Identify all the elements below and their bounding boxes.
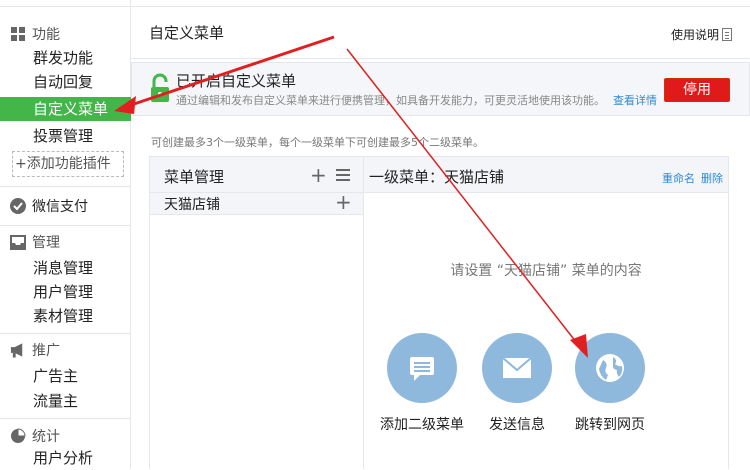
sidebar-item-users[interactable]: 用户管理	[0, 280, 131, 304]
unlock-icon	[151, 73, 169, 102]
sidebar-divider	[0, 186, 131, 187]
add-submenu-action[interactable]: 添加二级菜单	[377, 333, 467, 434]
menu-detail-title: 一级菜单：天猫店铺	[369, 168, 505, 186]
sidebar-divider	[0, 418, 131, 419]
sidebar: 功能 群发功能 自动回复 自定义菜单 投票管理 +添加功能插件 微信支付 管理 …	[0, 0, 131, 469]
menu-detail-actions: 重命名 删除	[656, 170, 723, 186]
document-icon	[722, 28, 732, 41]
help-link[interactable]: 使用说明	[671, 26, 732, 43]
sidebar-section-function: 功能	[10, 24, 60, 44]
sidebar-section-stats: 统计	[10, 426, 60, 446]
sidebar-section-manage: 管理	[10, 232, 60, 252]
disable-button[interactable]: 停用	[664, 78, 730, 102]
send-message-label: 发送信息	[489, 417, 545, 433]
add-plugin-button[interactable]: +添加功能插件	[12, 151, 124, 177]
sidebar-item-wechat-pay[interactable]: 微信支付	[10, 196, 88, 216]
sidebar-top-divider	[0, 0, 131, 7]
delete-link[interactable]: 删除	[701, 172, 723, 185]
menu-detail-panel: 一级菜单：天猫店铺 重命名 删除 请设置 “天猫店铺” 菜单的内容 添加二级菜单 …	[363, 156, 729, 469]
page-title: 自定义菜单	[149, 24, 225, 42]
menu-management-title: 菜单管理	[164, 168, 225, 186]
globe-icon	[575, 333, 645, 403]
sidebar-section-label: 管理	[32, 235, 60, 251]
sidebar-item-label: 微信支付	[32, 199, 88, 215]
menu-status-notice: 已开启自定义菜单 通过编辑和发布自定义菜单来进行便携管理，如具备开发能力，可更灵…	[131, 62, 750, 116]
main-top-divider	[131, 0, 750, 7]
menu-management-header: 菜单管理 +	[150, 157, 363, 193]
sidebar-section-label: 功能	[32, 27, 60, 43]
sidebar-item-mass-send[interactable]: 群发功能	[0, 46, 131, 70]
envelope-icon	[482, 333, 552, 403]
sidebar-item-advertiser[interactable]: 广告主	[0, 364, 131, 388]
notice-description-text: 通过编辑和发布自定义菜单来进行便携管理，如具备开发能力，可更灵活地使用该功能。	[176, 94, 605, 107]
menu-item-label: 天猫店铺	[164, 197, 220, 213]
sidebar-item-vote[interactable]: 投票管理	[0, 124, 131, 148]
sidebar-section-label: 统计	[32, 429, 60, 445]
sidebar-item-publisher[interactable]: 流量主	[0, 389, 131, 413]
sidebar-item-user-analytics[interactable]: 用户分析	[0, 446, 131, 470]
menu-detail-header: 一级菜单：天猫店铺 重命名 删除	[364, 157, 728, 193]
sidebar-item-auto-reply[interactable]: 自动回复	[0, 70, 131, 94]
sidebar-item-custom-menu[interactable]: 自定义菜单	[0, 97, 131, 121]
jump-to-webpage-action[interactable]: 跳转到网页	[565, 333, 655, 434]
add-submenu-label: 添加二级菜单	[380, 417, 464, 433]
add-menu-icon[interactable]: +	[310, 163, 327, 187]
menu-item[interactable]: 天猫店铺 +	[150, 190, 363, 215]
pie-chart-icon	[10, 428, 26, 444]
inbox-icon	[10, 234, 26, 250]
send-message-action[interactable]: 发送信息	[472, 333, 562, 434]
header-divider	[131, 58, 750, 59]
notice-title: 已开启自定义菜单	[176, 72, 297, 90]
notice-description: 通过编辑和发布自定义菜单来进行便携管理，如具备开发能力，可更灵活地使用该功能。查…	[176, 92, 657, 108]
sort-list-icon[interactable]	[336, 169, 350, 181]
main-content: 自定义菜单 使用说明 已开启自定义菜单 通过编辑和发布自定义菜单来进行便携管理，…	[131, 0, 750, 469]
menu-limit-hint: 可创建最多3个一级菜单，每个一级菜单下可创建最多5个二级菜单。	[151, 136, 484, 149]
grid-icon	[10, 26, 26, 42]
sidebar-divider	[0, 225, 131, 226]
menu-content-prompt: 请设置 “天猫店铺” 菜单的内容	[450, 263, 642, 279]
add-submenu-icon[interactable]: +	[335, 190, 352, 214]
megaphone-icon	[10, 342, 26, 358]
sidebar-section-label: 推广	[32, 343, 60, 359]
check-circle-icon	[10, 198, 26, 214]
sidebar-divider	[0, 333, 131, 334]
sidebar-section-promote: 推广	[10, 340, 60, 360]
chat-bubble-icon	[387, 333, 457, 403]
jump-to-webpage-label: 跳转到网页	[575, 417, 645, 433]
rename-link[interactable]: 重命名	[662, 172, 695, 185]
menu-management-panel: 菜单管理 + 天猫店铺 +	[149, 156, 364, 469]
sidebar-item-materials[interactable]: 素材管理	[0, 304, 131, 328]
help-link-label: 使用说明	[670, 28, 719, 42]
view-details-link[interactable]: 查看详情	[613, 94, 657, 107]
sidebar-item-messages[interactable]: 消息管理	[0, 256, 131, 280]
